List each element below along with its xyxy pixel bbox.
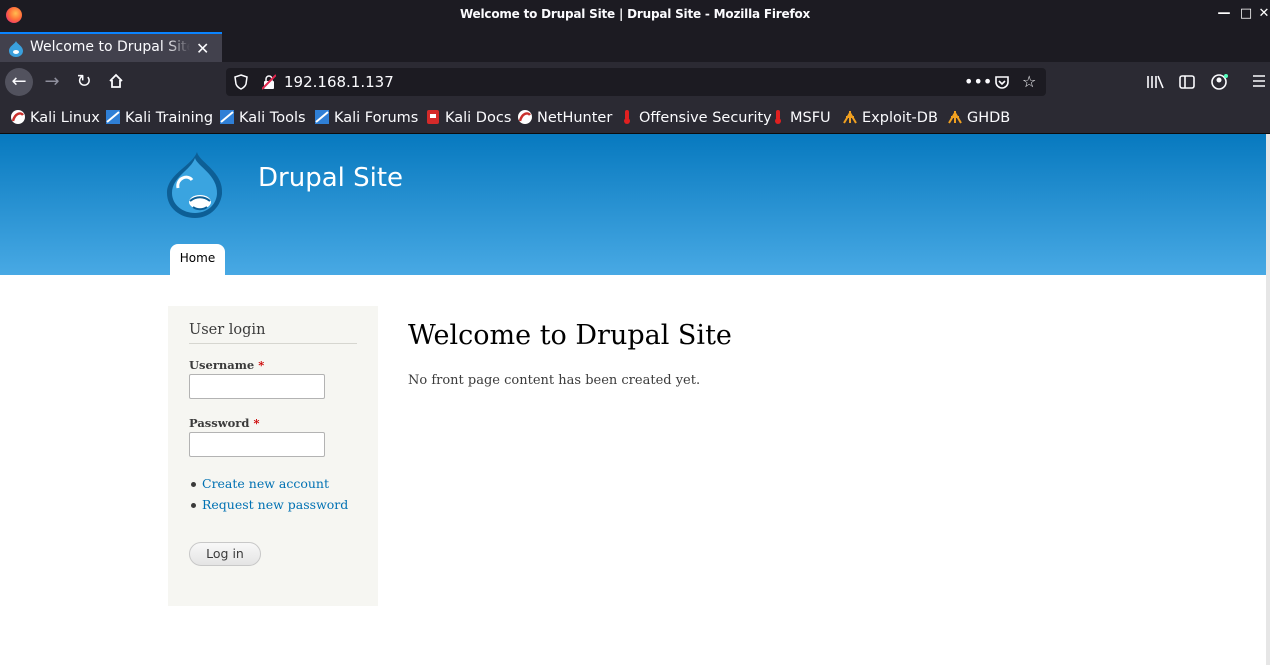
nav-home-tab[interactable]: Home [170,244,225,275]
page-actions-icon[interactable]: ••• [964,72,992,91]
kali-docs-icon [427,110,439,124]
required-marker: * [253,416,260,430]
bookmark-label: Offensive Security [639,110,772,126]
msfu-icon [775,110,781,124]
user-login-block: User login Username * Password * Create … [168,306,378,606]
kali-tools-icon [220,110,234,124]
navigation-toolbar: ← → ↻ 192.168.1.137 ••• ☆ [0,62,1270,102]
password-input[interactable] [189,432,325,457]
bookmark-label: NetHunter [537,110,613,126]
url-text[interactable]: 192.168.1.137 [284,73,394,91]
library-icon[interactable] [1146,74,1164,94]
tab-title: Welcome to Drupal Site | Drupal Site [30,39,190,55]
drupal-logo-icon[interactable] [166,152,224,218]
home-icon[interactable] [102,68,130,96]
browser-tab[interactable]: Welcome to Drupal Site | Drupal Site ✕ [0,32,222,62]
bookmark-label: Kali Linux [30,110,100,126]
login-block-title: User login [189,322,357,344]
bookmark-label: Kali Docs [445,110,512,126]
tab-close-icon[interactable]: ✕ [196,39,209,58]
bookmark-kali-forums[interactable]: Kali Forums [314,109,418,127]
site-header: Drupal Site Home [0,134,1266,275]
insecure-lock-icon[interactable] [262,74,276,90]
username-label: Username * [189,358,265,372]
back-arrow-icon[interactable]: ← [5,68,33,96]
drupal-favicon-icon [9,41,23,57]
kali-dragon-icon [11,110,25,124]
required-marker: * [258,358,265,372]
bookmark-label: Kali Training [125,110,214,126]
bookmark-label: GHDB [967,110,1011,126]
password-label: Password * [189,416,260,430]
page-scrollbar[interactable] [1266,134,1270,665]
tab-strip: Welcome to Drupal Site | Drupal Site ✕ + [0,30,1270,85]
request-password-link[interactable]: Request new password [189,497,348,518]
bookmark-label: Kali Forums [334,110,419,126]
page-viewport: Drupal Site Home User login Username * P… [0,134,1266,665]
ghdb-icon [948,111,962,124]
login-button[interactable]: Log in [189,542,261,566]
sidebar-toggle-icon[interactable] [1179,74,1195,94]
username-input[interactable] [189,374,325,399]
create-account-link[interactable]: Create new account [189,476,348,497]
kali-forums-icon [315,110,329,124]
bookmark-label: Exploit-DB [862,110,938,126]
pocket-icon[interactable] [994,72,1010,91]
bookmark-offensive-security[interactable]: Offensive Security [619,109,772,127]
forward-arrow-icon[interactable]: → [38,68,66,96]
window-title: Welcome to Drupal Site | Drupal Site - M… [459,7,811,21]
nethunter-icon [518,110,532,124]
bookmark-kali-training[interactable]: Kali Training [105,109,213,127]
bookmark-nethunter[interactable]: NetHunter [517,109,612,127]
bookmark-label: Kali Tools [239,110,306,126]
bookmark-ghdb[interactable]: GHDB [947,109,1010,127]
bookmark-star-icon[interactable]: ☆ [1022,72,1036,91]
page-title: Welcome to Drupal Site [408,320,732,351]
menu-hamburger-icon[interactable] [1252,74,1266,92]
bookmarks-toolbar: Kali Linux Kali Training Kali Tools Kali… [0,102,1270,134]
tracking-shield-icon[interactable] [234,74,248,90]
front-page-message: No front page content has been created y… [408,373,701,388]
bookmark-msfu[interactable]: MSFU [770,109,831,127]
site-name[interactable]: Drupal Site [258,163,403,193]
close-window-icon[interactable]: ✕ [1256,6,1270,22]
window-titlebar: Welcome to Drupal Site | Drupal Site - M… [0,0,1270,30]
bookmark-label: MSFU [790,110,831,126]
minimize-icon[interactable]: — [1216,6,1232,22]
maximize-icon[interactable]: □ [1238,6,1254,22]
reload-icon[interactable]: ↻ [70,68,98,96]
login-links: Create new account Request new password [189,476,348,518]
account-icon[interactable] [1211,74,1229,94]
kali-training-icon [106,110,120,124]
address-bar[interactable]: 192.168.1.137 ••• ☆ [226,68,1046,96]
offsec-icon [624,110,630,124]
bookmark-exploit-db[interactable]: Exploit-DB [842,109,938,127]
bookmark-kali-docs[interactable]: Kali Docs [425,109,511,127]
exploitdb-icon [843,111,857,124]
bookmark-kali-tools[interactable]: Kali Tools [219,109,306,127]
bookmark-kali-linux[interactable]: Kali Linux [10,109,100,127]
